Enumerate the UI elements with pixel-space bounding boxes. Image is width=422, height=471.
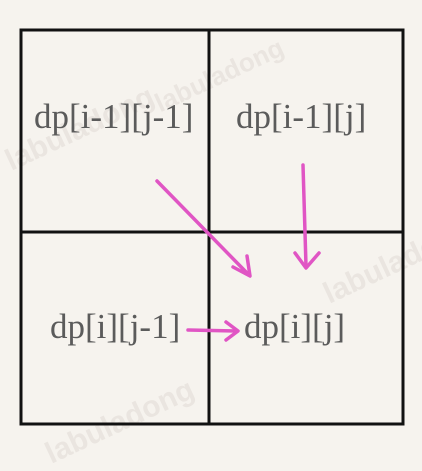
cell-bottom-left-label: dp[i][j-1] — [50, 307, 181, 346]
cell-top-right-label: dp[i-1][j] — [236, 97, 367, 136]
down-arrow-line — [301, 163, 308, 268]
diagonal-arrow-line — [155, 179, 250, 276]
dp-diagram: labuladong labuladong labuladong labulad… — [0, 0, 422, 470]
cell-bottom-right-label: dp[i][j] — [244, 307, 346, 346]
grid-border — [19, 28, 405, 426]
grid — [19, 28, 405, 426]
cell-top-left-label: dp[i-1][j-1] — [34, 97, 194, 136]
grid-and-arrows — [19, 28, 405, 426]
right-arrow-line — [186, 328, 238, 333]
